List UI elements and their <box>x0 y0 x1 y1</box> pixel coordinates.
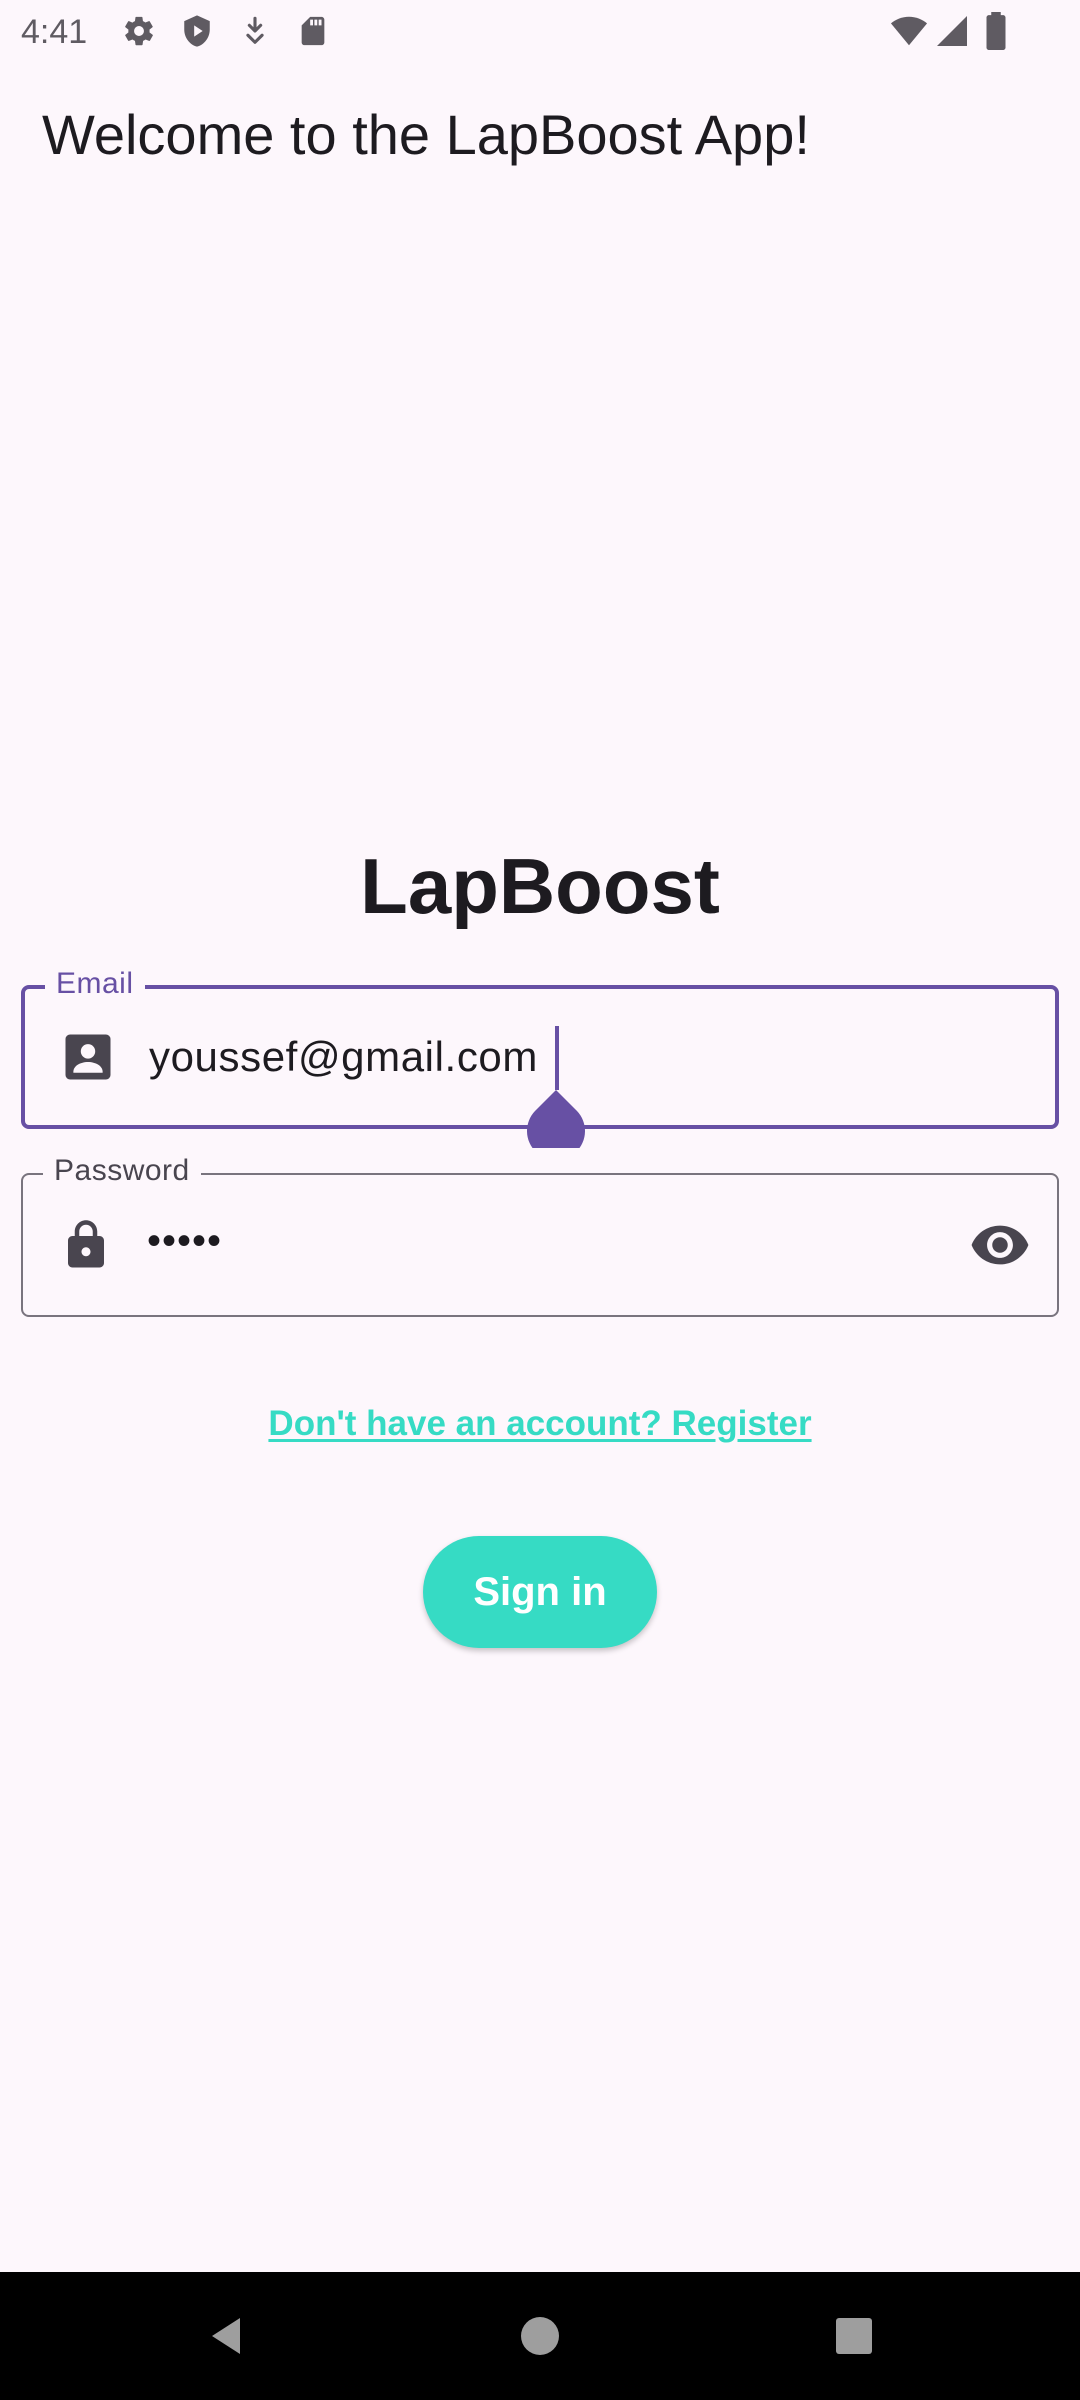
status-bar: 4:41 <box>0 0 1080 64</box>
eye-icon[interactable] <box>969 1214 1031 1276</box>
lock-icon <box>59 1218 113 1272</box>
cursor-handle[interactable] <box>527 1090 585 1148</box>
password-field[interactable]: Password ••••• <box>21 1154 1059 1317</box>
app-title: LapBoost <box>360 842 720 930</box>
email-field-label: Email <box>45 967 145 1001</box>
back-icon[interactable] <box>202 2312 250 2360</box>
wifi-icon <box>890 12 928 50</box>
recents-icon[interactable] <box>830 2312 878 2360</box>
status-time: 4:41 <box>21 13 88 51</box>
welcome-title: Welcome to the LapBoost App! <box>42 103 810 166</box>
signal-icon <box>934 13 970 49</box>
download-icon <box>238 14 272 48</box>
navigation-bar <box>0 2272 1080 2400</box>
battery-icon <box>982 12 1010 50</box>
email-input[interactable]: youssef@gmail.com <box>149 1031 538 1083</box>
home-icon[interactable] <box>516 2312 564 2360</box>
password-field-label: Password <box>43 1154 201 1188</box>
sd-card-icon <box>296 14 330 48</box>
password-input[interactable]: ••••• <box>147 1215 222 1267</box>
gear-icon <box>122 14 156 48</box>
register-link[interactable]: Don't have an account? Register <box>0 1400 1080 1448</box>
sign-in-button[interactable]: Sign in <box>423 1536 657 1648</box>
text-cursor <box>555 1026 559 1090</box>
email-field[interactable]: Email youssef@gmail.com <box>21 967 1059 1148</box>
contact-card-icon <box>61 1030 115 1084</box>
shield-play-icon <box>180 14 214 48</box>
